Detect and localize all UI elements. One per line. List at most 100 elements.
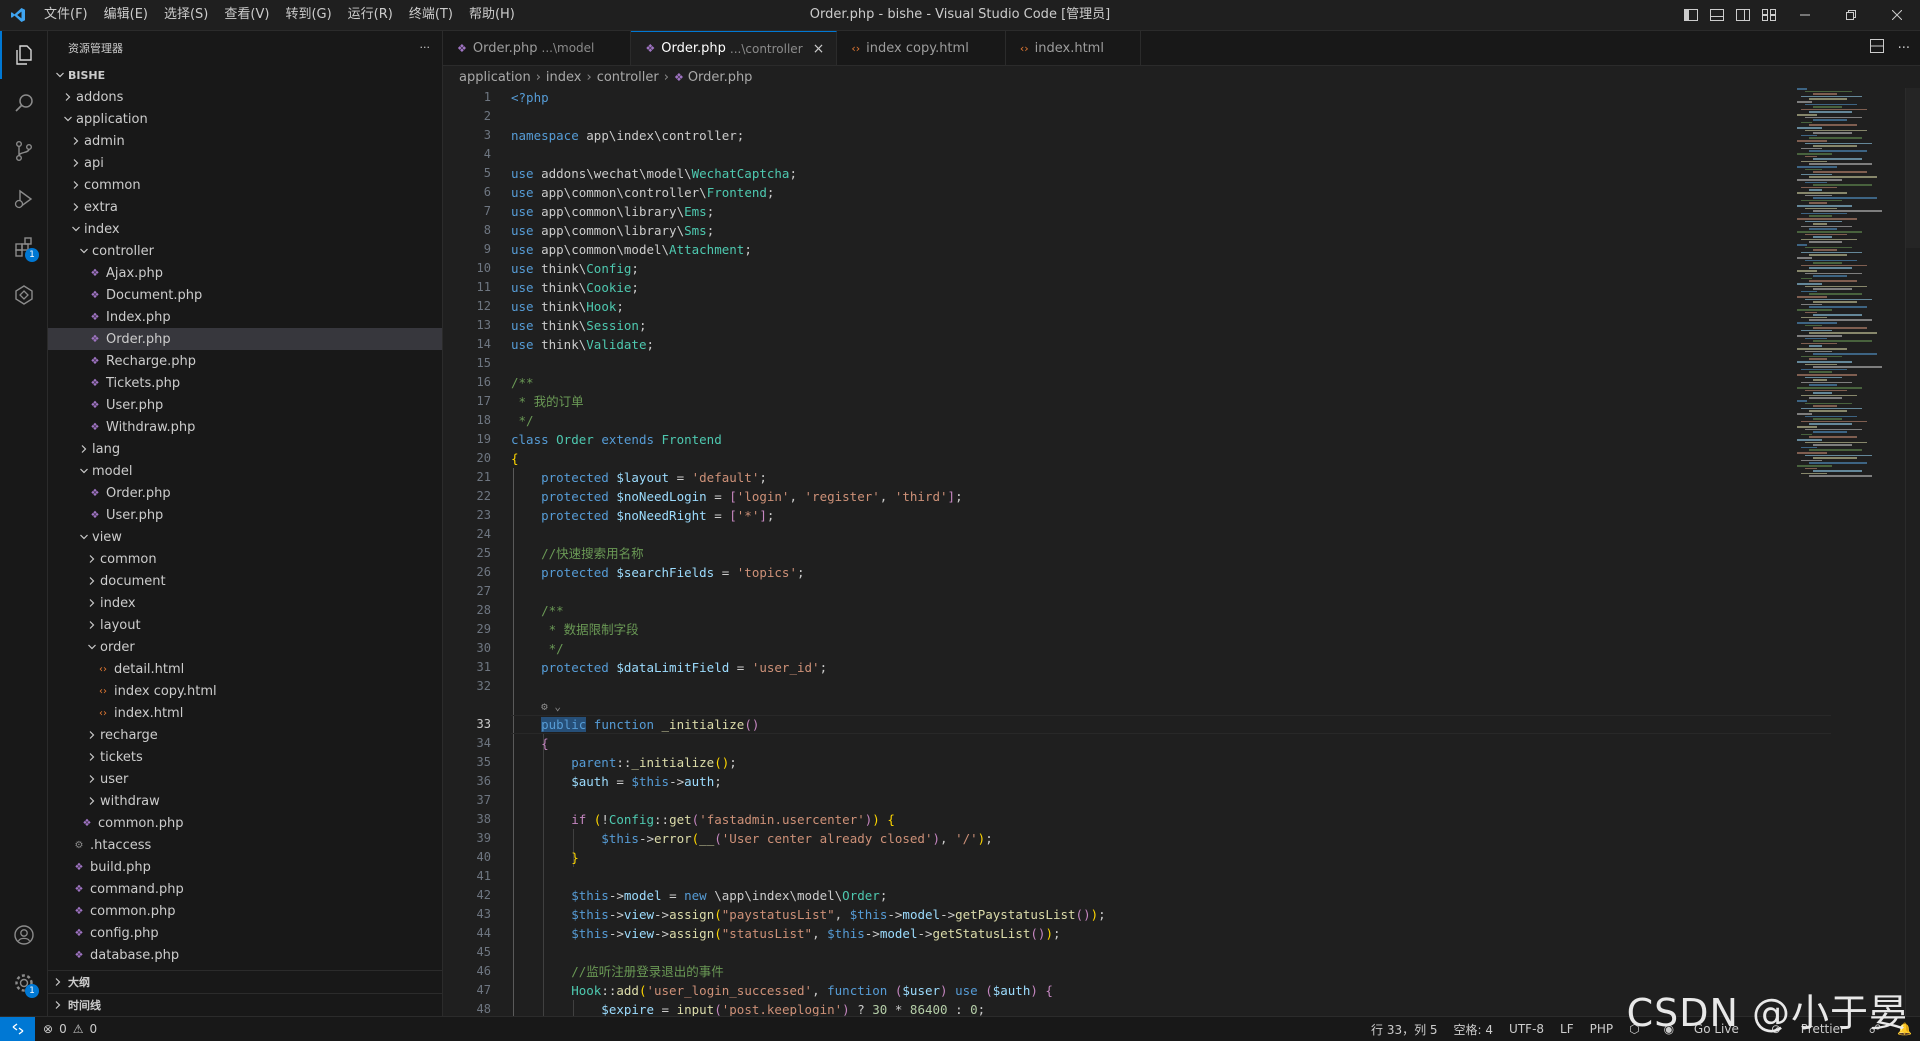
tree-item-php[interactable]: ❖ User.php bbox=[48, 504, 442, 526]
end-of-line[interactable]: LF bbox=[1552, 1022, 1582, 1036]
menu-item[interactable]: 运行(R) bbox=[340, 0, 401, 30]
editor-tab[interactable]: ❖ Order.php ...\controller × bbox=[631, 31, 838, 65]
tree-item-folder[interactable]: user bbox=[48, 768, 442, 790]
problems-indicator[interactable]: ⊗ 0 ⚠ 0 bbox=[43, 1022, 97, 1036]
explorer-more-icon[interactable]: ··· bbox=[420, 41, 431, 54]
minimap-line bbox=[1813, 93, 1837, 95]
tree-item-folder[interactable]: layout bbox=[48, 614, 442, 636]
tree-item-folder[interactable]: tickets bbox=[48, 746, 442, 768]
tree-item-folder[interactable]: common bbox=[48, 548, 442, 570]
tree-item-folder[interactable]: index bbox=[48, 218, 442, 240]
menu-item[interactable]: 查看(V) bbox=[216, 0, 277, 30]
sidebar-section-0[interactable]: 大纲 bbox=[48, 970, 442, 993]
code-token: = bbox=[706, 508, 730, 523]
extensions-icon[interactable]: 1 bbox=[0, 223, 47, 271]
tree-item-root[interactable]: BISHE bbox=[48, 64, 442, 86]
breadcrumb-item[interactable]: application bbox=[459, 70, 531, 85]
tree-item-php[interactable]: ❖ User.php bbox=[48, 394, 442, 416]
minimap-line bbox=[1805, 103, 1857, 106]
tree-item-folder[interactable]: order bbox=[48, 636, 442, 658]
minimap[interactable] bbox=[1793, 88, 1893, 488]
tree-item-folder[interactable]: extra bbox=[48, 196, 442, 218]
tree-item-php[interactable]: ❖ Index.php bbox=[48, 306, 442, 328]
menu-item[interactable]: 帮助(H) bbox=[461, 0, 523, 30]
tree-item-php[interactable]: ❖ Tickets.php bbox=[48, 372, 442, 394]
tree-item-php[interactable]: ❖ Ajax.php bbox=[48, 262, 442, 284]
code-lens-icon[interactable]: ⚙ ⌄ bbox=[541, 700, 561, 713]
restore-icon[interactable] bbox=[1828, 0, 1874, 30]
tree-item-folder[interactable]: lang bbox=[48, 438, 442, 460]
cursor-position[interactable]: 行 33，列 5 bbox=[1363, 1021, 1446, 1038]
menu-item[interactable]: 终端(T) bbox=[401, 0, 461, 30]
editor-tab[interactable]: ❖ Order.php ...\model bbox=[443, 31, 632, 65]
minimap-line bbox=[1813, 405, 1837, 407]
vscode-logo-icon[interactable] bbox=[0, 0, 36, 30]
breadcrumb-item[interactable]: Order.php bbox=[688, 70, 753, 85]
language-mode[interactable]: PHP bbox=[1582, 1022, 1622, 1036]
tree-item-php[interactable]: ❖ Withdraw.php bbox=[48, 416, 442, 438]
indentation[interactable]: 空格: 4 bbox=[1446, 1021, 1502, 1038]
breadcrumb-item[interactable]: index bbox=[546, 70, 582, 85]
close-window-icon[interactable] bbox=[1874, 0, 1920, 30]
vertical-scrollbar[interactable] bbox=[1905, 88, 1920, 1016]
tree-item-html[interactable]: ‹› index copy.html bbox=[48, 680, 442, 702]
tree-item-php[interactable]: ❖ Order.php bbox=[48, 482, 442, 504]
breadcrumb: application › index › controller › ❖ Order.php bbox=[443, 66, 1920, 88]
tree-item-folder[interactable]: admin bbox=[48, 130, 442, 152]
more-actions-icon[interactable]: ··· bbox=[1898, 41, 1910, 56]
tree-item-folder[interactable]: addons bbox=[48, 86, 442, 108]
tree-item-html[interactable]: ‹› detail.html bbox=[48, 658, 442, 680]
toggle-secondary-sidebar-icon[interactable] bbox=[1730, 0, 1756, 30]
explorer-icon[interactable] bbox=[0, 31, 47, 79]
tree-item-folder[interactable]: view bbox=[48, 526, 442, 548]
chevron-right-icon bbox=[84, 746, 100, 768]
source-control-icon[interactable] bbox=[0, 127, 47, 175]
tree-item-php[interactable]: ❖ Order.php bbox=[48, 328, 442, 350]
minimap-line bbox=[1797, 426, 1817, 428]
tree-item-folder[interactable]: model bbox=[48, 460, 442, 482]
minimize-icon[interactable] bbox=[1782, 0, 1828, 30]
tree-item-folder[interactable]: index bbox=[48, 592, 442, 614]
tree-item-folder[interactable]: document bbox=[48, 570, 442, 592]
tab-close-icon[interactable]: × bbox=[813, 41, 825, 57]
tree-item-folder[interactable]: common bbox=[48, 174, 442, 196]
sidebar-section-1[interactable]: 时间线 bbox=[48, 993, 442, 1016]
editor-tab[interactable]: ‹› index.html bbox=[1006, 31, 1141, 65]
remote-indicator-icon[interactable] bbox=[0, 1017, 35, 1041]
tree-item-php[interactable]: ❖ common.php bbox=[48, 812, 442, 834]
tree-item-php[interactable]: ❖ common.php bbox=[48, 900, 442, 922]
menu-item[interactable]: 选择(S) bbox=[156, 0, 216, 30]
toggle-panel-icon[interactable] bbox=[1704, 0, 1730, 30]
menu-item[interactable]: 转到(G) bbox=[277, 0, 339, 30]
tree-item-php[interactable]: ❖ Recharge.php bbox=[48, 350, 442, 372]
tree-item-folder[interactable]: withdraw bbox=[48, 790, 442, 812]
code-area[interactable]: <?php namespace app\index\controller; use … bbox=[511, 88, 1811, 1016]
tree-item-php[interactable]: ❖ database.php bbox=[48, 944, 442, 966]
tree-item-folder[interactable]: api bbox=[48, 152, 442, 174]
tree-item-php[interactable]: ❖ build.php bbox=[48, 856, 442, 878]
menu-item[interactable]: 编辑(E) bbox=[96, 0, 156, 30]
toggle-primary-sidebar-icon[interactable] bbox=[1678, 0, 1704, 30]
tree-item-php[interactable]: ❖ command.php bbox=[48, 878, 442, 900]
manage-gear-icon[interactable]: 1 bbox=[0, 959, 47, 1007]
encoding[interactable]: UTF-8 bbox=[1501, 1022, 1552, 1036]
accounts-icon[interactable] bbox=[0, 911, 47, 959]
remote-explorer-icon[interactable] bbox=[0, 271, 47, 319]
code-token: use bbox=[947, 983, 986, 998]
customize-layout-icon[interactable] bbox=[1756, 0, 1782, 30]
tree-item-folder[interactable]: recharge bbox=[48, 724, 442, 746]
editor-tab[interactable]: ‹› index copy.html bbox=[837, 31, 1006, 65]
tree-item-gear[interactable]: ⚙ .htaccess bbox=[48, 834, 442, 856]
tree-item-html[interactable]: ‹› index.html bbox=[48, 702, 442, 724]
run-debug-icon[interactable] bbox=[0, 175, 47, 223]
search-icon[interactable] bbox=[0, 79, 47, 127]
tree-item-folder[interactable]: controller bbox=[48, 240, 442, 262]
tree-item-folder[interactable]: application bbox=[48, 108, 442, 130]
breadcrumb-item[interactable]: controller bbox=[597, 70, 659, 85]
code-editor[interactable]: 1 2 3 4 5 6 7 8 9 10 11 12 13 14 15 16 17 18 19 20 21 22 23 24 2… bbox=[443, 88, 1920, 1016]
menu-item[interactable]: 文件(F) bbox=[36, 0, 96, 30]
split-editor-icon[interactable] bbox=[1869, 39, 1884, 57]
tree-item-php[interactable]: ❖ Document.php bbox=[48, 284, 442, 306]
tree-item-php[interactable]: ❖ config.php bbox=[48, 922, 442, 944]
